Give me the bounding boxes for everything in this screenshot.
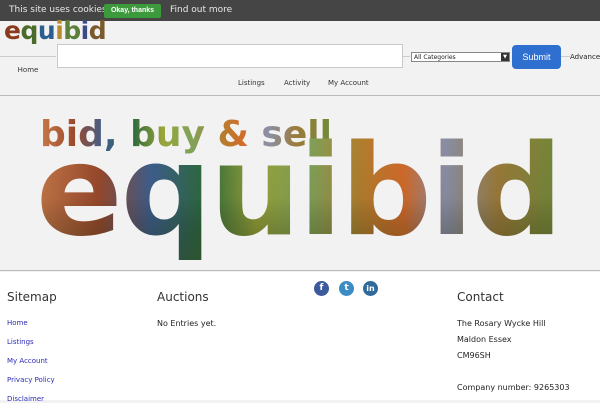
advanced-search-link[interactable]: Advanced (570, 53, 600, 61)
cookie-find-out-more-link[interactable]: Find out more (170, 5, 232, 15)
contact-address-line2: Maldon Essex (457, 335, 512, 344)
sitemap-heading: Sitemap (7, 290, 57, 304)
linkedin-icon[interactable]: in (363, 281, 378, 296)
twitter-icon[interactable]: t (339, 281, 354, 296)
auctions-empty-text: No Entries yet. (157, 319, 217, 328)
logo-letter: q (20, 16, 38, 45)
auctions-heading: Auctions (157, 290, 209, 304)
hero-wordmark-shade: equibid (36, 117, 561, 264)
divider (403, 56, 410, 57)
contact-address-line1: The Rosary Wycke Hill (457, 319, 546, 328)
search-submit-button[interactable]: Submit (512, 45, 561, 69)
chevron-down-icon: ▼ (501, 53, 509, 61)
cookie-message: This site uses cookies (9, 5, 107, 15)
logo-letter: u (37, 16, 56, 45)
footer-link-disclaimer[interactable]: Disclaimer (7, 395, 44, 403)
contact-company-number: Company number: 9265303 (457, 383, 570, 392)
site-logo[interactable]: equibid (4, 16, 107, 45)
contact-postcode: CM96SH (457, 351, 491, 360)
divider (561, 56, 570, 57)
nav-activity[interactable]: Activity (284, 79, 310, 87)
logo-letter: e (4, 16, 21, 45)
footer-link-privacy-policy[interactable]: Privacy Policy (7, 376, 55, 384)
divider (0, 270, 600, 271)
search-input[interactable] (57, 44, 403, 68)
nav-home[interactable]: Home (0, 56, 56, 78)
cookie-accept-button[interactable]: Okay, thanks (104, 4, 161, 18)
contact-heading: Contact (457, 290, 504, 304)
nav-my-account[interactable]: My Account (328, 79, 369, 87)
footer-link-my-account[interactable]: My Account (7, 357, 48, 365)
logo-letter: d (88, 16, 107, 45)
logo-letter: i (80, 16, 90, 45)
footer-link-listings[interactable]: Listings (7, 338, 34, 346)
logo-letter: b (63, 16, 81, 45)
footer: Sitemap Home Listings My Account Privacy… (0, 272, 600, 403)
hero-banner: bid, buy & sell equibid equibid (36, 114, 563, 264)
category-select[interactable]: All Categories ▼ (411, 52, 510, 62)
facebook-icon[interactable]: f (314, 281, 329, 296)
nav-listings[interactable]: Listings (238, 79, 265, 87)
category-selected: All Categories (414, 54, 456, 61)
footer-link-home[interactable]: Home (7, 319, 28, 327)
